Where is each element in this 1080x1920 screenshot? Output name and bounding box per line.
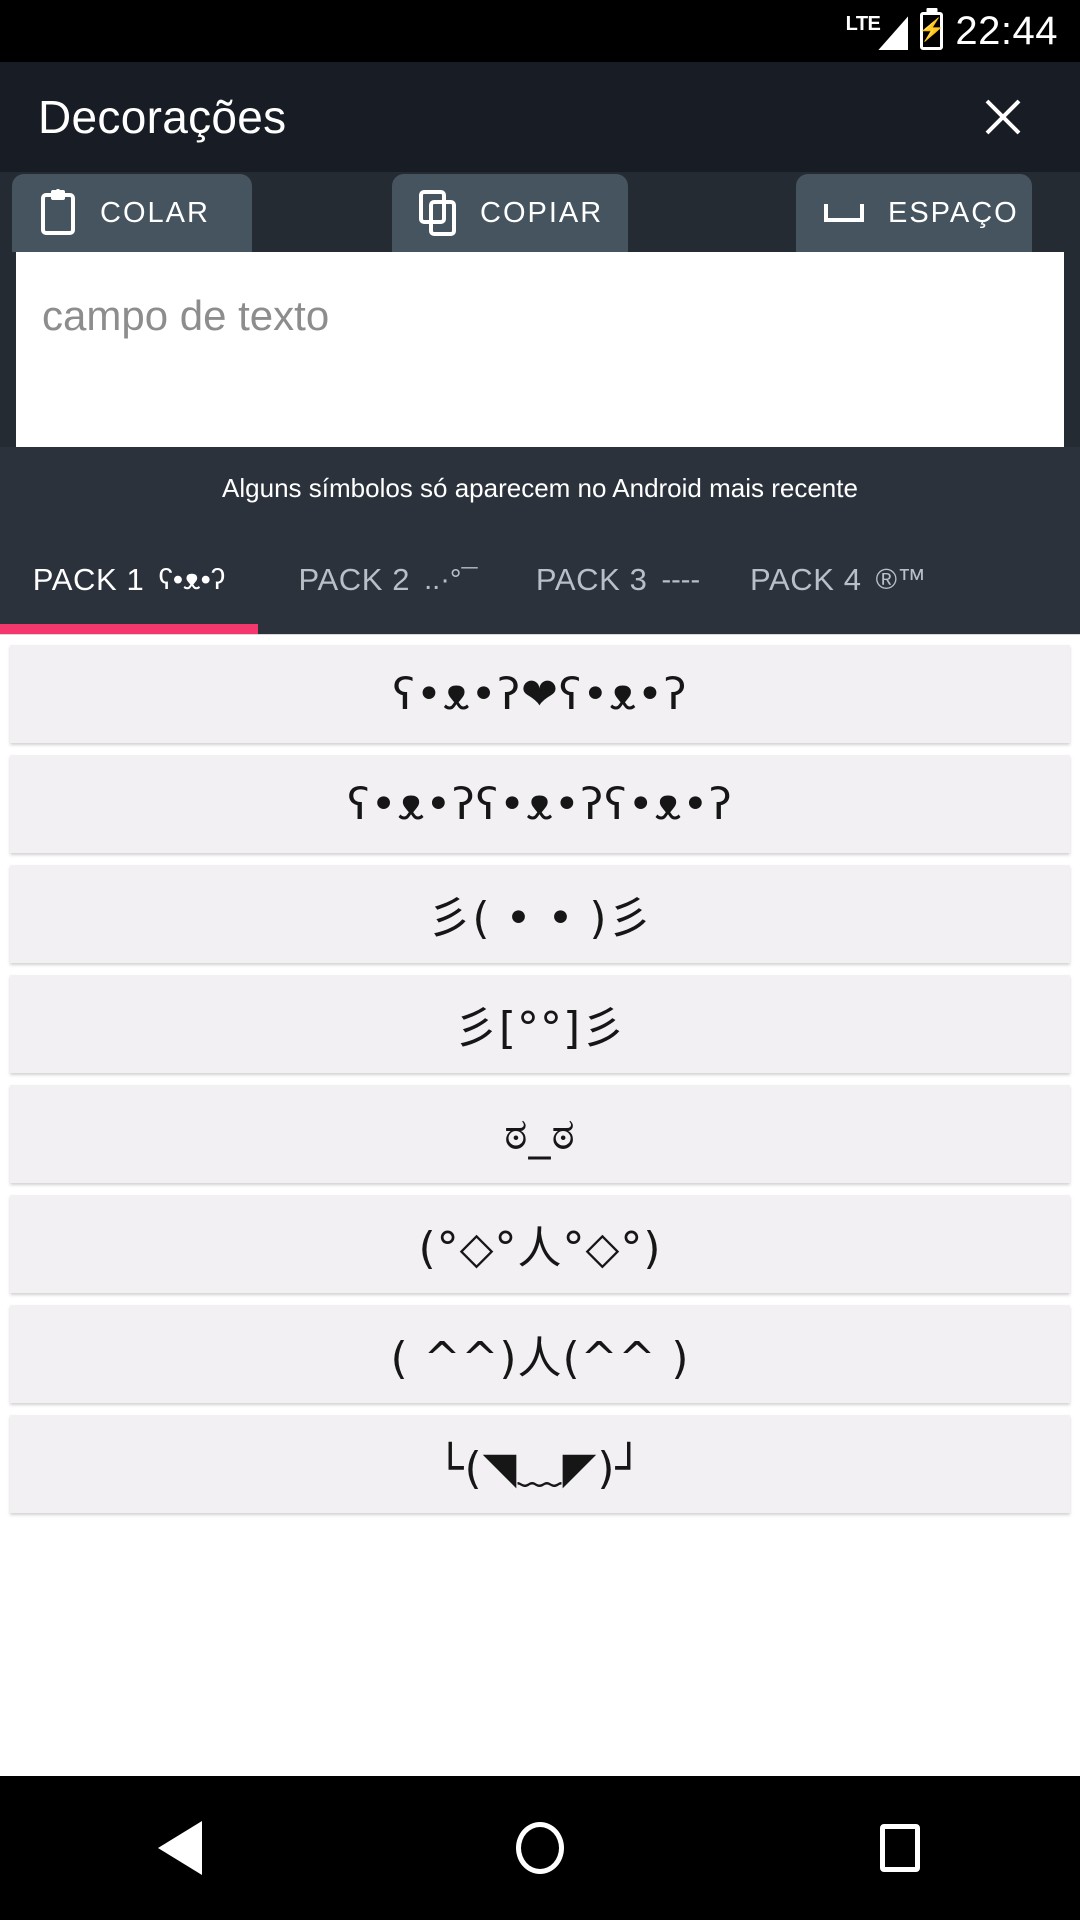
list-item-text: (°◇°人°◇°) <box>418 1223 662 1274</box>
status-bar: LTE ⚡ 22:44 <box>0 0 1080 62</box>
page-title: Decorações <box>38 91 287 143</box>
list-item-text: 彡( • • )彡 <box>427 893 653 944</box>
list-item-text: ʕ•ᴥ•ʔ❤ʕ•ᴥ•ʔ <box>392 668 688 720</box>
back-triangle-icon[interactable] <box>120 1788 240 1908</box>
text-input[interactable]: campo de texto <box>16 252 1064 447</box>
recents-square-glyph <box>880 1824 920 1872</box>
text-input-placeholder: campo de texto <box>42 292 330 339</box>
hint-area: Alguns símbolos só aparecem no Android m… <box>0 447 1080 526</box>
tab-pack-1[interactable]: PACK 1 ʕ•ᴥ•ʔ <box>0 526 258 634</box>
decoration-list[interactable]: ʕ•ᴥ•ʔ❤ʕ•ᴥ•ʔ ʕ•ᴥ•ʔʕ•ᴥ•ʔʕ•ᴥ•ʔ 彡( • • )彡 彡[… <box>0 634 1080 1519</box>
paste-button-label: COLAR <box>100 196 210 229</box>
back-triangle-glyph <box>158 1821 202 1875</box>
android-navigation-bar <box>0 1776 1080 1920</box>
tab-pack-4-label: PACK 4 <box>750 562 862 597</box>
hint-text: Alguns símbolos só aparecem no Android m… <box>222 473 858 503</box>
list-item[interactable]: ( ^^)人(^^ ) <box>10 1305 1070 1403</box>
close-x-glyph <box>985 99 1021 135</box>
space-bar-icon <box>822 198 866 228</box>
copy-button-label: COPIAR <box>480 196 604 229</box>
network-type-label: LTE <box>845 13 881 35</box>
home-circle-icon[interactable] <box>480 1788 600 1908</box>
action-buttons-row: COLAR COPIAR ESPAÇO <box>0 172 1080 252</box>
text-field-container: campo de texto <box>0 252 1080 447</box>
list-item-text: 彡[°°]彡 <box>453 1003 627 1054</box>
list-item[interactable]: 彡[°°]彡 <box>10 975 1070 1073</box>
list-item-text: └(◥﹏◤)┘ <box>437 1443 643 1494</box>
tab-pack-3-glyph: ---- <box>661 563 701 596</box>
tab-pack-1-label: PACK 1 <box>32 562 145 597</box>
tab-pack-2-label: PACK 2 <box>298 562 411 597</box>
close-icon[interactable] <box>968 82 1038 152</box>
list-item[interactable]: ಠ_ಠ <box>10 1085 1070 1183</box>
home-circle-glyph <box>516 1822 564 1874</box>
space-button[interactable]: ESPAÇO <box>796 174 1032 252</box>
recents-square-icon[interactable] <box>840 1788 960 1908</box>
signal-bars-icon <box>878 16 909 50</box>
tab-pack-2-glyph: ..·°¯ <box>424 563 478 596</box>
tab-pack-4-glyph: ®™ <box>875 563 926 596</box>
title-bar: Decorações <box>0 62 1080 172</box>
tab-pack-3[interactable]: PACK 3 ---- <box>518 526 718 634</box>
tab-pack-2[interactable]: PACK 2 ..·°¯ <box>258 526 518 634</box>
battery-bolt-glyph: ⚡ <box>918 17 946 42</box>
tab-pack-1-glyph: ʕ•ᴥ•ʔ <box>158 563 226 596</box>
space-button-label: ESPAÇO <box>888 196 1019 229</box>
active-tab-indicator <box>0 624 258 634</box>
pack-tab-bar: PACK 1 ʕ•ᴥ•ʔ PACK 2 ..·°¯ PACK 3 ---- PA… <box>0 526 1080 634</box>
list-item-text: ( ^^)人(^^ ) <box>390 1333 690 1384</box>
copy-button[interactable]: COPIAR <box>392 174 628 252</box>
list-item[interactable]: ʕ•ᴥ•ʔʕ•ᴥ•ʔʕ•ᴥ•ʔ <box>10 755 1070 853</box>
battery-charging-icon: ⚡ <box>918 12 946 50</box>
clipboard-paste-icon <box>38 189 78 237</box>
status-bar-clock: 22:44 <box>955 8 1058 53</box>
list-item[interactable]: 彡( • • )彡 <box>10 865 1070 963</box>
list-item[interactable]: ʕ•ᴥ•ʔ❤ʕ•ᴥ•ʔ <box>10 645 1070 743</box>
tab-pack-4[interactable]: PACK 4 ®™ <box>718 526 958 634</box>
copy-icon <box>418 189 458 237</box>
list-item-text: ʕ•ᴥ•ʔʕ•ᴥ•ʔʕ•ᴥ•ʔ <box>347 778 733 830</box>
signal-status-group: LTE <box>846 12 909 50</box>
paste-button[interactable]: COLAR <box>12 174 252 252</box>
list-item[interactable]: └(◥﹏◤)┘ <box>10 1415 1070 1513</box>
tab-pack-3-label: PACK 3 <box>535 562 648 597</box>
list-item[interactable]: (°◇°人°◇°) <box>10 1195 1070 1293</box>
list-item-text: ಠ_ಠ <box>504 1108 576 1160</box>
